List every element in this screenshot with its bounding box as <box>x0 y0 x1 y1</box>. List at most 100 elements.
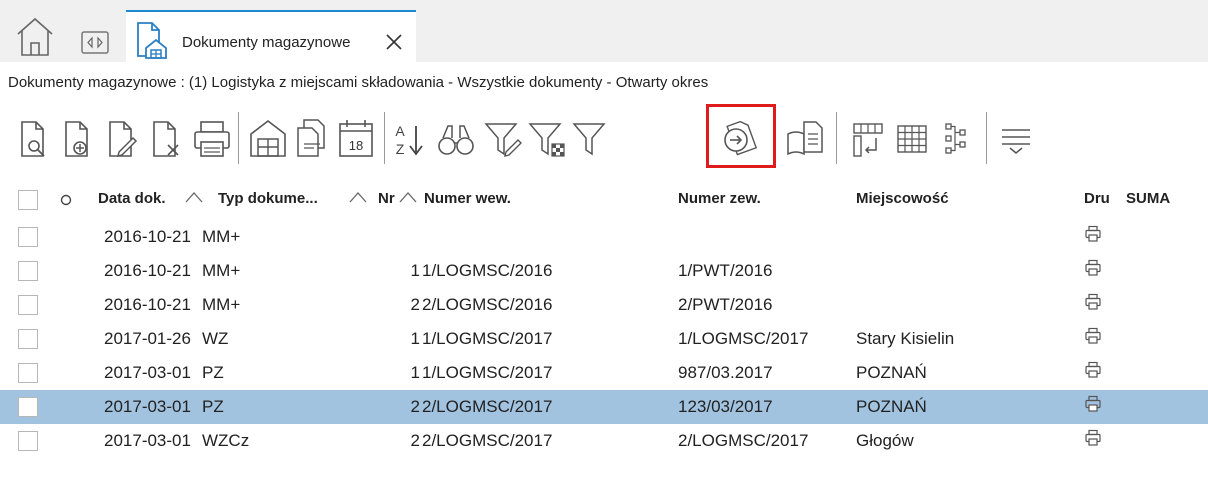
column-header-miejscowosc[interactable]: Miejscowość <box>856 190 949 207</box>
cell-numer-zew: 2/PWT/2016 <box>678 295 773 314</box>
warehouse-document-icon <box>132 20 172 60</box>
cell-type: WZCz <box>202 431 250 450</box>
toolbar-separator <box>384 112 385 164</box>
cell-date: 2017-03-01 <box>104 363 191 382</box>
toolbar-separator <box>836 112 837 164</box>
close-icon[interactable] <box>384 32 404 52</box>
row-checkbox[interactable] <box>18 261 38 281</box>
cell-type: WZ <box>202 329 229 348</box>
cell-numer-wew: 1/LOGMSC/2017 <box>422 363 553 382</box>
documents-copy-icon <box>297 119 325 157</box>
calendar-button[interactable]: 18 <box>334 108 378 170</box>
filter-edit-button[interactable] <box>480 108 524 170</box>
column-insert-button[interactable] <box>846 108 890 170</box>
print-status-icon[interactable] <box>1084 395 1102 413</box>
column-header-date[interactable]: Data dok. <box>98 190 166 207</box>
cell-miejscowosc: Stary Kisielin <box>856 329 955 348</box>
grid-icon <box>897 125 927 153</box>
cell-numer-wew: 2/LOGMSC/2016 <box>422 295 553 314</box>
cell-miejscowosc: POZNAŃ <box>856 363 927 382</box>
column-insert-icon <box>853 123 883 157</box>
cell-date: 2016-10-21 <box>104 295 191 314</box>
cell-miejscowosc: POZNAŃ <box>856 397 927 416</box>
print-status-icon[interactable] <box>1084 293 1102 311</box>
sort-asc-icon <box>398 190 418 204</box>
open-book-document-button[interactable] <box>784 108 828 170</box>
cell-numer-zew: 1/PWT/2016 <box>678 261 773 280</box>
status-circle-icon <box>60 194 72 206</box>
more-options-button[interactable] <box>994 108 1038 170</box>
row-checkbox[interactable] <box>18 431 38 451</box>
warehouse-icon <box>250 119 286 157</box>
sort-letter-bottom: Z <box>396 141 405 157</box>
toolbar-separator <box>986 112 987 164</box>
book-document-icon <box>787 121 823 156</box>
document-search-icon <box>21 121 45 157</box>
print-status-icon[interactable] <box>1084 327 1102 345</box>
copy-documents-button[interactable] <box>290 108 334 170</box>
document-edit-icon <box>109 121 138 158</box>
column-header-numer-zew[interactable]: Numer zew. <box>678 190 761 207</box>
filter-checkered-icon <box>528 123 565 157</box>
cell-date: 2017-03-01 <box>104 431 191 450</box>
document-delete-icon <box>153 121 179 157</box>
select-all-checkbox[interactable] <box>18 190 38 210</box>
cell-nr: 1 <box>410 363 420 382</box>
tab-dokumenty-magazynowe[interactable]: Dokumenty magazynowe <box>126 10 416 62</box>
cell-date: 2016-10-21 <box>104 261 191 280</box>
row-checkbox[interactable] <box>18 397 38 417</box>
filter-button[interactable] <box>568 108 612 170</box>
switch-tabs-icon[interactable] <box>80 28 110 56</box>
row-checkbox[interactable] <box>18 363 38 383</box>
cell-nr: 1 <box>410 329 420 348</box>
printer-icon <box>194 121 230 157</box>
sort-az-icon: A Z <box>395 123 423 157</box>
delete-document-button[interactable] <box>146 108 190 170</box>
filter-clear-button[interactable] <box>524 108 568 170</box>
print-status-icon[interactable] <box>1084 429 1102 447</box>
toolbar-separator <box>238 112 239 164</box>
grid-button[interactable] <box>890 108 934 170</box>
cell-type: PZ <box>202 363 224 382</box>
column-header-nr[interactable]: Nr <box>378 190 395 207</box>
filter-edit-icon <box>484 123 522 157</box>
tree-view-button[interactable] <box>936 108 980 170</box>
column-header-dru[interactable]: Dru <box>1084 190 1110 207</box>
cell-numer-wew: 2/LOGMSC/2017 <box>422 431 553 450</box>
menu-dropdown-icon <box>1002 129 1030 154</box>
warehouse-button[interactable] <box>246 108 290 170</box>
column-header-suma[interactable]: SUMA <box>1126 190 1170 207</box>
cell-nr: 2 <box>410 295 420 314</box>
print-status-icon[interactable] <box>1084 225 1102 243</box>
row-checkbox[interactable] <box>18 329 38 349</box>
cell-numer-zew: 1/LOGMSC/2017 <box>678 329 809 348</box>
home-icon[interactable] <box>12 14 58 60</box>
cell-nr: 1 <box>410 261 420 280</box>
cell-date: 2016-10-21 <box>104 227 191 246</box>
cell-numer-zew: 987/03.2017 <box>678 363 773 382</box>
row-checkbox[interactable] <box>18 227 38 247</box>
find-button[interactable] <box>434 108 478 170</box>
filter-icon <box>572 123 606 156</box>
sort-button[interactable]: A Z <box>388 108 432 170</box>
column-header-numer-wew[interactable]: Numer wew. <box>424 190 511 207</box>
edit-document-button[interactable] <box>102 108 146 170</box>
cell-numer-wew: 1/LOGMSC/2016 <box>422 261 553 280</box>
print-status-icon[interactable] <box>1084 361 1102 379</box>
print-status-icon[interactable] <box>1084 259 1102 277</box>
sort-asc-icon <box>348 190 368 204</box>
cell-type: MM+ <box>202 261 241 280</box>
highlight-box <box>706 104 776 168</box>
preview-document-button[interactable] <box>14 108 58 170</box>
calendar-day-label: 18 <box>349 138 363 153</box>
column-header-type[interactable]: Typ dokume... <box>218 190 318 207</box>
cell-date: 2017-03-01 <box>104 397 191 416</box>
cell-numer-wew: 1/LOGMSC/2017 <box>422 329 553 348</box>
print-button[interactable] <box>190 108 234 170</box>
cell-nr: 2 <box>410 431 420 450</box>
document-add-icon <box>65 121 88 157</box>
add-document-button[interactable] <box>58 108 102 170</box>
breadcrumb: Dokumenty magazynowe : (1) Logistyka z m… <box>8 74 709 91</box>
row-checkbox[interactable] <box>18 295 38 315</box>
sort-asc-icon <box>184 190 204 204</box>
